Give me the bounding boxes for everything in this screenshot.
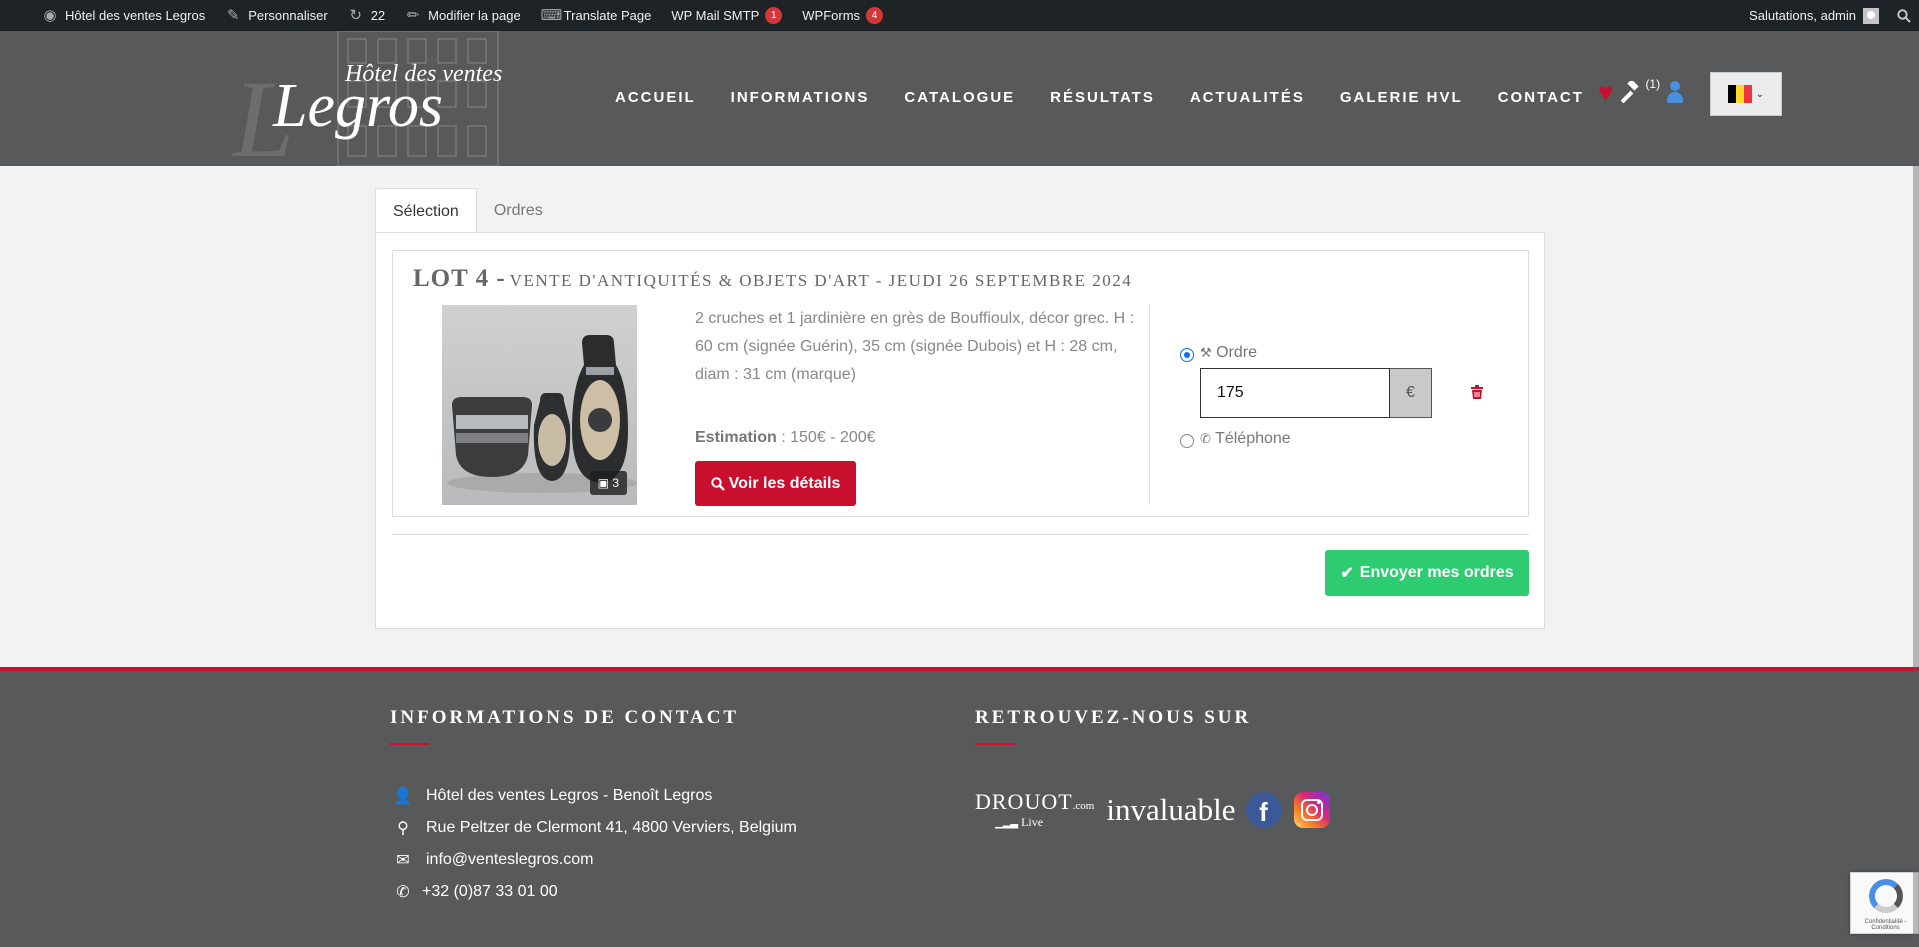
notification-badge: 1 bbox=[765, 7, 783, 24]
drouot-link[interactable]: DROUOT.com ▁▂▃ Live bbox=[975, 789, 1094, 830]
nav-resultats[interactable]: RÉSULTATS bbox=[1050, 89, 1155, 106]
order-radio[interactable] bbox=[1180, 348, 1194, 362]
social-links: DROUOT.com ▁▂▃ Live invaluable f bbox=[975, 789, 1330, 830]
contact-name: 👤 Hôtel des ventes Legros - Benoît Legro… bbox=[390, 786, 712, 806]
image-icon: ▣ bbox=[597, 476, 609, 490]
header-icons: ♥ (1) bbox=[1598, 77, 1684, 105]
translate-icon: ⌨ bbox=[540, 6, 563, 24]
admin-bar: ◉ Hôtel des ventes Legros ✎ Personnalise… bbox=[0, 0, 1919, 31]
belgium-flag-icon bbox=[1727, 85, 1752, 103]
admin-wp-mail[interactable]: WP Mail SMTP 1 bbox=[661, 0, 792, 31]
currency-addon: € bbox=[1390, 368, 1432, 418]
nav-galerie[interactable]: GALERIE HVL bbox=[1340, 89, 1463, 106]
gavel-icon[interactable] bbox=[1621, 81, 1643, 103]
instagram-icon[interactable] bbox=[1293, 791, 1330, 828]
site-header: L Hôtel des ventes Legros ACCUEIL INFORM… bbox=[0, 31, 1919, 180]
tab-selection[interactable]: Sélection bbox=[375, 188, 477, 233]
view-details-button[interactable]: Voir les détails bbox=[695, 461, 856, 506]
heading-underline bbox=[390, 743, 430, 745]
refresh-icon: ↻ bbox=[349, 6, 362, 24]
lot-image[interactable]: ▣ 3 bbox=[442, 305, 637, 505]
dashboard-icon: ◉ bbox=[43, 6, 57, 24]
tab-ordres[interactable]: Ordres bbox=[477, 188, 560, 233]
main-navigation: ACCUEIL INFORMATIONS CATALOGUE RÉSULTATS… bbox=[615, 89, 1619, 106]
contact-email[interactable]: ✉ info@venteslegros.com bbox=[390, 850, 593, 870]
notification-badge: 4 bbox=[866, 7, 884, 24]
user-icon: 👤 bbox=[393, 788, 413, 805]
tab-bar: Sélection Ordres bbox=[375, 188, 560, 233]
site-logo[interactable]: L Hôtel des ventes Legros bbox=[233, 31, 513, 180]
map-marker-icon: ⚲ bbox=[397, 820, 409, 837]
signal-icon: ▁▂▃ bbox=[995, 818, 1019, 829]
phone-option-label[interactable]: ✆ Téléphone bbox=[1200, 430, 1291, 448]
chevron-down-icon: ⌄ bbox=[1755, 88, 1765, 100]
nav-accueil[interactable]: ACCUEIL bbox=[615, 89, 696, 106]
avatar bbox=[1863, 7, 1879, 24]
search-icon bbox=[1897, 8, 1911, 23]
admin-updates[interactable]: ↻ 22 bbox=[338, 0, 395, 31]
heading-underline bbox=[975, 743, 1015, 745]
phone-icon: ✆ bbox=[396, 884, 410, 901]
admin-customize[interactable]: ✎ Personnaliser bbox=[215, 0, 338, 31]
lot-estimation: Estimation : 150€ - 200€ bbox=[695, 429, 876, 446]
divider bbox=[1149, 305, 1150, 505]
admin-account[interactable]: Salutations, admin bbox=[1739, 0, 1889, 31]
order-option-label[interactable]: ⚒ Ordre bbox=[1200, 344, 1257, 362]
recaptcha-icon bbox=[1869, 879, 1903, 913]
user-account-icon[interactable] bbox=[1666, 81, 1684, 103]
social-heading: RETROUVEZ-NOUS SUR bbox=[975, 707, 1252, 728]
trash-icon[interactable] bbox=[1471, 385, 1483, 403]
image-count-badge[interactable]: ▣ 3 bbox=[589, 471, 627, 495]
admin-wpforms[interactable]: WPForms 4 bbox=[792, 0, 893, 31]
nav-contact[interactable]: CONTACT bbox=[1498, 89, 1584, 106]
lot-number: LOT 4 - bbox=[413, 265, 506, 292]
lot-card: LOT 4 - VENTE D'ANTIQUITÉS & OBJETS D'AR… bbox=[392, 250, 1529, 517]
pencil-icon: ✏ bbox=[406, 6, 420, 24]
contact-address: ⚲ Rue Peltzer de Clermont 41, 4800 Vervi… bbox=[390, 818, 797, 838]
site-footer: INFORMATIONS DE CONTACT RETROUVEZ-NOUS S… bbox=[0, 667, 1919, 947]
envelope-icon: ✉ bbox=[396, 852, 410, 869]
check-icon: ✔ bbox=[1340, 565, 1354, 582]
logo-line2: Legros bbox=[273, 72, 443, 140]
nav-informations[interactable]: INFORMATIONS bbox=[731, 89, 870, 106]
selection-panel: LOT 4 - VENTE D'ANTIQUITÉS & OBJETS D'AR… bbox=[375, 232, 1545, 629]
admin-search[interactable] bbox=[1889, 0, 1919, 31]
nav-actualites[interactable]: ACTUALITÉS bbox=[1190, 89, 1305, 106]
lot-title: LOT 4 - VENTE D'ANTIQUITÉS & OBJETS D'AR… bbox=[413, 265, 1132, 293]
admin-site-name[interactable]: ◉ Hôtel des ventes Legros bbox=[0, 0, 215, 31]
invaluable-link[interactable]: invaluable bbox=[1106, 792, 1235, 828]
recaptcha-badge[interactable]: Confidentialité - Conditions bbox=[1850, 872, 1919, 934]
admin-edit-page[interactable]: ✏ Modifier la page bbox=[395, 0, 531, 31]
order-amount-input[interactable]: 175 bbox=[1200, 368, 1390, 418]
phone-radio[interactable] bbox=[1180, 434, 1194, 448]
phone-icon: ✆ bbox=[1200, 431, 1211, 446]
nav-catalogue[interactable]: CATALOGUE bbox=[904, 89, 1015, 106]
search-icon bbox=[710, 476, 725, 491]
divider bbox=[392, 534, 1529, 535]
contact-heading: INFORMATIONS DE CONTACT bbox=[390, 707, 740, 728]
admin-translate[interactable]: ⌨ Translate Page bbox=[531, 0, 662, 31]
sale-name: VENTE D'ANTIQUITÉS & OBJETS D'ART - JEUD… bbox=[509, 271, 1133, 290]
brush-icon: ✎ bbox=[226, 6, 240, 24]
language-selector[interactable]: ⌄ bbox=[1710, 72, 1782, 116]
bids-count: (1) bbox=[1645, 77, 1661, 91]
favorites-heart-icon[interactable]: ♥ bbox=[1598, 79, 1613, 105]
facebook-icon[interactable]: f bbox=[1245, 791, 1282, 828]
contact-phone[interactable]: ✆ +32 (0)87 33 01 00 bbox=[390, 882, 557, 902]
send-orders-button[interactable]: ✔ Envoyer mes ordres bbox=[1325, 550, 1529, 596]
lot-description: 2 cruches et 1 jardinière en grès de Bou… bbox=[695, 310, 1135, 383]
gavel-icon: ⚒ bbox=[1200, 345, 1212, 360]
scrollbar[interactable] bbox=[1913, 31, 1919, 947]
